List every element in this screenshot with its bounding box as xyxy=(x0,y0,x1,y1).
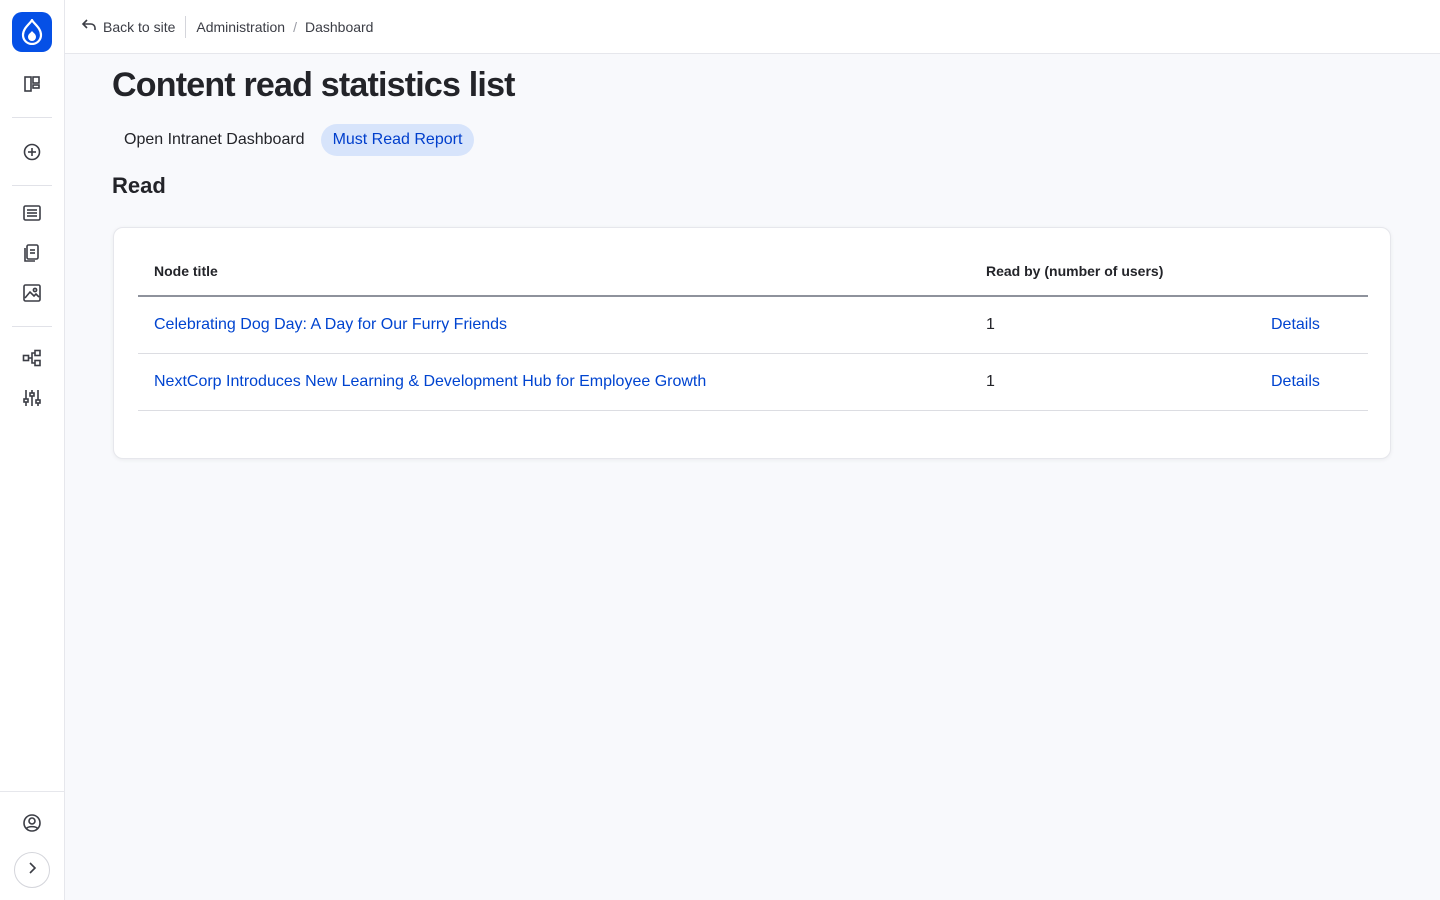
admin-sidebar xyxy=(0,0,65,900)
node-title-link[interactable]: NextCorp Introduces New Learning & Devel… xyxy=(154,373,706,391)
node-title-link[interactable]: Celebrating Dog Day: A Day for Our Furry… xyxy=(154,316,507,334)
breadcrumb-administration[interactable]: Administration xyxy=(196,19,285,35)
read-count: 1 xyxy=(986,373,995,390)
sidebar-divider xyxy=(12,185,52,186)
back-to-site-link[interactable]: Back to site xyxy=(81,18,175,35)
column-header-node-title: Node title xyxy=(154,263,218,279)
top-bar: Back to site Administration / Dashboard xyxy=(65,0,1440,54)
statistics-card: Node title Read by (number of users) Cel… xyxy=(113,227,1391,459)
expand-sidebar-button[interactable] xyxy=(14,852,50,888)
topbar-separator xyxy=(185,15,187,38)
table-row: NextCorp Introduces New Learning & Devel… xyxy=(138,354,1368,411)
sidebar-divider xyxy=(12,117,52,118)
media-icon[interactable] xyxy=(20,281,44,305)
page-title: Content read statistics list xyxy=(112,66,516,104)
user-account-icon[interactable] xyxy=(20,811,44,835)
files-icon[interactable] xyxy=(20,241,44,265)
local-tasks-tabs: Open Intranet Dashboard Must Read Report xyxy=(112,124,475,156)
breadcrumb-separator: / xyxy=(293,18,297,35)
content-icon[interactable] xyxy=(20,201,44,225)
back-arrow-icon xyxy=(81,18,103,35)
configuration-icon[interactable] xyxy=(20,386,44,410)
section-title: Read xyxy=(112,173,166,198)
structure-icon[interactable] xyxy=(20,346,44,370)
details-link[interactable]: Details xyxy=(1271,316,1320,334)
add-content-icon[interactable] xyxy=(20,140,44,164)
sidebar-footer-divider xyxy=(0,791,64,792)
tab-must-read-report[interactable]: Must Read Report xyxy=(320,124,475,156)
column-header-read-by: Read by (number of users) xyxy=(986,263,1164,279)
chevron-right-icon xyxy=(26,861,38,880)
tab-open-intranet-dashboard[interactable]: Open Intranet Dashboard xyxy=(112,124,317,156)
table-header: Node title Read by (number of users) xyxy=(138,244,1368,297)
read-count: 1 xyxy=(986,316,995,333)
statistics-table: Node title Read by (number of users) Cel… xyxy=(138,244,1368,411)
table-row: Celebrating Dog Day: A Day for Our Furry… xyxy=(138,297,1368,354)
details-link[interactable]: Details xyxy=(1271,373,1320,391)
drupal-logo-icon[interactable] xyxy=(12,12,52,52)
back-to-site-label: Back to site xyxy=(103,18,176,35)
breadcrumb-dashboard[interactable]: Dashboard xyxy=(305,19,374,35)
dashboard-icon[interactable] xyxy=(20,72,44,96)
sidebar-divider xyxy=(12,326,52,327)
